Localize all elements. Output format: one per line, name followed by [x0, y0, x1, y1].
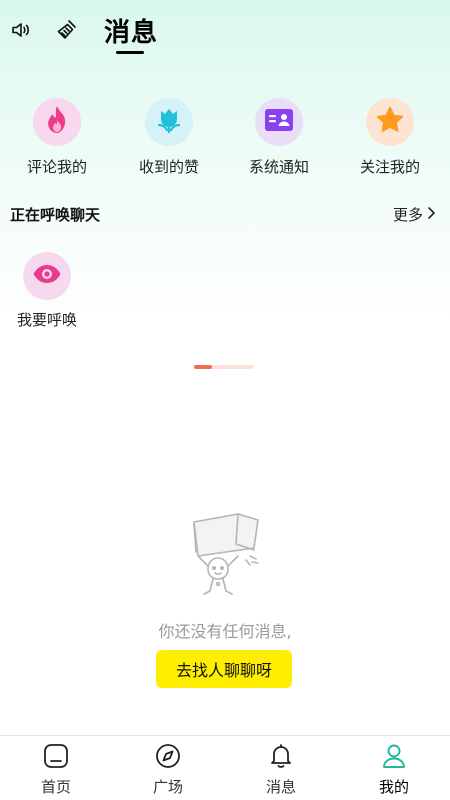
more-label: 更多	[392, 206, 423, 224]
find-chat-button[interactable]: 去找人聊聊呀	[156, 650, 292, 688]
tab-label: 首页	[40, 778, 71, 796]
quick-label: 评论我的	[26, 158, 87, 176]
quick-item-followers[interactable]: 关注我的	[335, 98, 445, 184]
call-label: 我要呼唤	[16, 311, 77, 329]
empty-box-illustration	[180, 508, 270, 608]
user-icon	[380, 742, 408, 774]
chevron-right-icon	[427, 206, 436, 224]
quick-item-likes[interactable]: 收到的赞	[114, 98, 224, 184]
empty-message: 你还没有任何消息,	[158, 622, 292, 641]
page-title: 消息	[104, 18, 159, 48]
bell-icon	[267, 742, 295, 774]
page-indicator	[194, 365, 254, 369]
quick-item-comments[interactable]: 评论我的	[2, 98, 112, 184]
quick-circle	[366, 98, 414, 146]
eye-icon	[32, 263, 62, 289]
call-item-summon[interactable]: 我要呼唤	[12, 252, 82, 330]
top-bar: 消息	[0, 0, 450, 64]
tulip-icon	[155, 106, 183, 138]
fire-icon	[44, 105, 70, 139]
call-circle	[23, 252, 71, 300]
speaker-icon[interactable]	[8, 17, 34, 43]
quick-label: 关注我的	[359, 158, 420, 176]
star-icon	[375, 105, 405, 139]
calling-section-title: 正在呼唤聊天	[10, 206, 101, 224]
quick-actions: 评论我的 收到的赞 系统通知 关注我的	[0, 98, 450, 184]
id-card-icon	[264, 107, 294, 137]
more-link[interactable]: 更多	[393, 204, 436, 225]
broom-icon[interactable]	[54, 17, 80, 43]
tab-mine[interactable]: 我的	[338, 736, 450, 800]
compass-icon	[154, 742, 182, 774]
quick-item-system-notice[interactable]: 系统通知	[224, 98, 334, 184]
quick-circle	[255, 98, 303, 146]
tab-label: 我的	[378, 778, 409, 796]
tab-label: 广场	[152, 778, 183, 796]
home-icon	[42, 742, 70, 774]
quick-circle	[145, 98, 193, 146]
quick-circle	[33, 98, 81, 146]
tab-square[interactable]: 广场	[112, 736, 224, 800]
quick-label: 系统通知	[248, 158, 309, 176]
bottom-tab-bar: 首页 广场 消息 我的	[0, 735, 450, 800]
quick-label: 收到的赞	[138, 158, 199, 176]
tab-messages[interactable]: 消息	[225, 736, 337, 800]
page-indicator-active	[194, 365, 212, 369]
title-underline	[116, 51, 144, 54]
tab-label: 消息	[265, 778, 296, 796]
tab-home[interactable]: 首页	[0, 736, 112, 800]
